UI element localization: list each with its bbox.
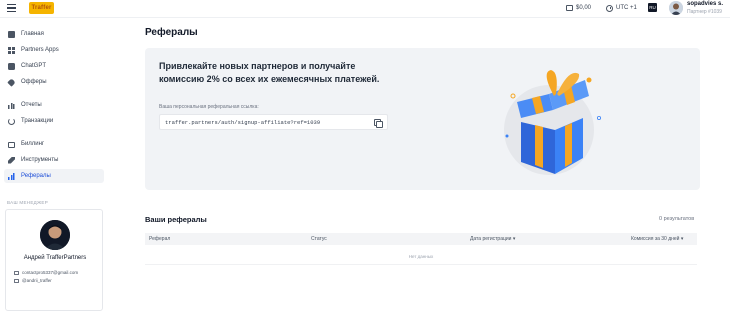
referral-promo-card: Привлекайте новых партнеров и получайте … — [145, 48, 700, 190]
manager-email: contactpro5337@gmail.com — [22, 270, 79, 275]
apps-grid-icon — [8, 46, 15, 54]
brand-logo[interactable]: Traffer — [29, 2, 54, 14]
sidebar-item-label: ChatGPT — [21, 63, 47, 69]
sidebar-item-transactions[interactable]: Транзакции — [4, 114, 104, 128]
wrench-icon — [8, 156, 15, 164]
sidebar-item-label: Отчеты — [21, 102, 42, 108]
sidebar-item-reports[interactable]: Отчеты — [4, 98, 104, 112]
referrals-section-title: Ваши рефералы — [145, 215, 207, 224]
user-name[interactable]: sopadvies s. — [687, 1, 723, 7]
timezone-widget[interactable]: UTC +1 — [606, 4, 637, 12]
wallet-icon — [566, 5, 573, 11]
sidebar-item-partners-apps[interactable]: Partners Apps — [4, 43, 104, 57]
referral-link-field[interactable]: traffer.partners/auth/signup-affiliate?r… — [159, 114, 388, 130]
balance-value: $0,00 — [576, 5, 592, 11]
bar-chart-icon — [8, 101, 15, 109]
referral-link-value: traffer.partners/auth/signup-affiliate?r… — [165, 119, 321, 126]
referrals-chart-icon — [8, 172, 15, 180]
user-avatar[interactable] — [669, 1, 683, 15]
sidebar-item-tools[interactable]: Инструменты — [4, 153, 104, 167]
manager-section-label: ВАШ МЕНЕДЖЕР — [7, 200, 49, 205]
sidebar-item-label: Главная — [21, 31, 44, 37]
balance-widget[interactable]: $0,00 — [566, 4, 591, 12]
sidebar: Главная Partners Apps ChatGPT Офферы Отч… — [0, 18, 110, 311]
manager-email-row[interactable]: contactpro5337@gmail.com — [14, 270, 78, 275]
manager-name: Андрей TrafferPartners — [23, 255, 87, 261]
sidebar-item-label: Офферы — [21, 79, 47, 85]
sidebar-item-home[interactable]: Главная — [4, 27, 104, 41]
sidebar-item-label: Partners Apps — [21, 47, 59, 53]
menu-icon[interactable] — [7, 4, 16, 12]
column-registration-date[interactable]: Дата регистрации ▾ — [470, 236, 515, 242]
referrals-table-header: Реферал Статус Дата регистрации ▾ Комисс… — [145, 233, 697, 245]
manager-avatar — [40, 220, 70, 250]
column-referral: Реферал — [149, 236, 171, 242]
home-icon — [8, 30, 15, 38]
sidebar-item-label: Инструменты — [21, 157, 59, 163]
partner-id: Партнер #1039 — [687, 9, 722, 15]
clock-icon — [606, 4, 613, 12]
sidebar-item-chatgpt[interactable]: ChatGPT — [4, 59, 104, 73]
chatgpt-icon — [8, 62, 15, 70]
column-status: Статус — [311, 236, 327, 242]
sidebar-item-offers[interactable]: Офферы — [4, 75, 104, 89]
results-count: 0 результатов — [659, 216, 695, 222]
copy-icon[interactable] — [374, 119, 383, 128]
telegram-icon — [14, 278, 19, 283]
sidebar-item-billing[interactable]: Биллинг — [4, 137, 104, 151]
page-title: Рефералы — [145, 27, 198, 38]
manager-telegram: @andrii_traffer — [22, 278, 52, 283]
transactions-icon — [8, 117, 15, 125]
manager-telegram-row[interactable]: @andrii_traffer — [14, 278, 52, 283]
mail-icon — [14, 270, 19, 275]
timezone-value: UTC +1 — [616, 5, 637, 11]
sidebar-item-label: Транзакции — [21, 118, 54, 124]
table-empty-state: Нет данных — [145, 249, 697, 265]
column-commission[interactable]: Комиссия за 30 дней ▾ — [631, 236, 683, 242]
gift-box-illustration — [504, 70, 602, 175]
manager-card: Андрей TrafferPartners contactpro5337@gm… — [5, 209, 103, 311]
promo-title: Привлекайте новых партнеров и получайте … — [159, 61, 380, 84]
tag-icon — [7, 77, 16, 87]
sidebar-item-label: Биллинг — [21, 141, 45, 147]
language-switcher[interactable]: RU — [648, 3, 657, 12]
referral-link-label: Ваша персональная реферальная ссылка: — [159, 104, 259, 110]
credit-card-icon — [8, 141, 15, 148]
top-bar: Traffer $0,00 UTC +1 RU sopadvies s. Пар… — [0, 0, 730, 18]
sidebar-item-label: Рефералы — [21, 173, 51, 179]
sidebar-item-referrals[interactable]: Рефералы — [4, 169, 104, 183]
